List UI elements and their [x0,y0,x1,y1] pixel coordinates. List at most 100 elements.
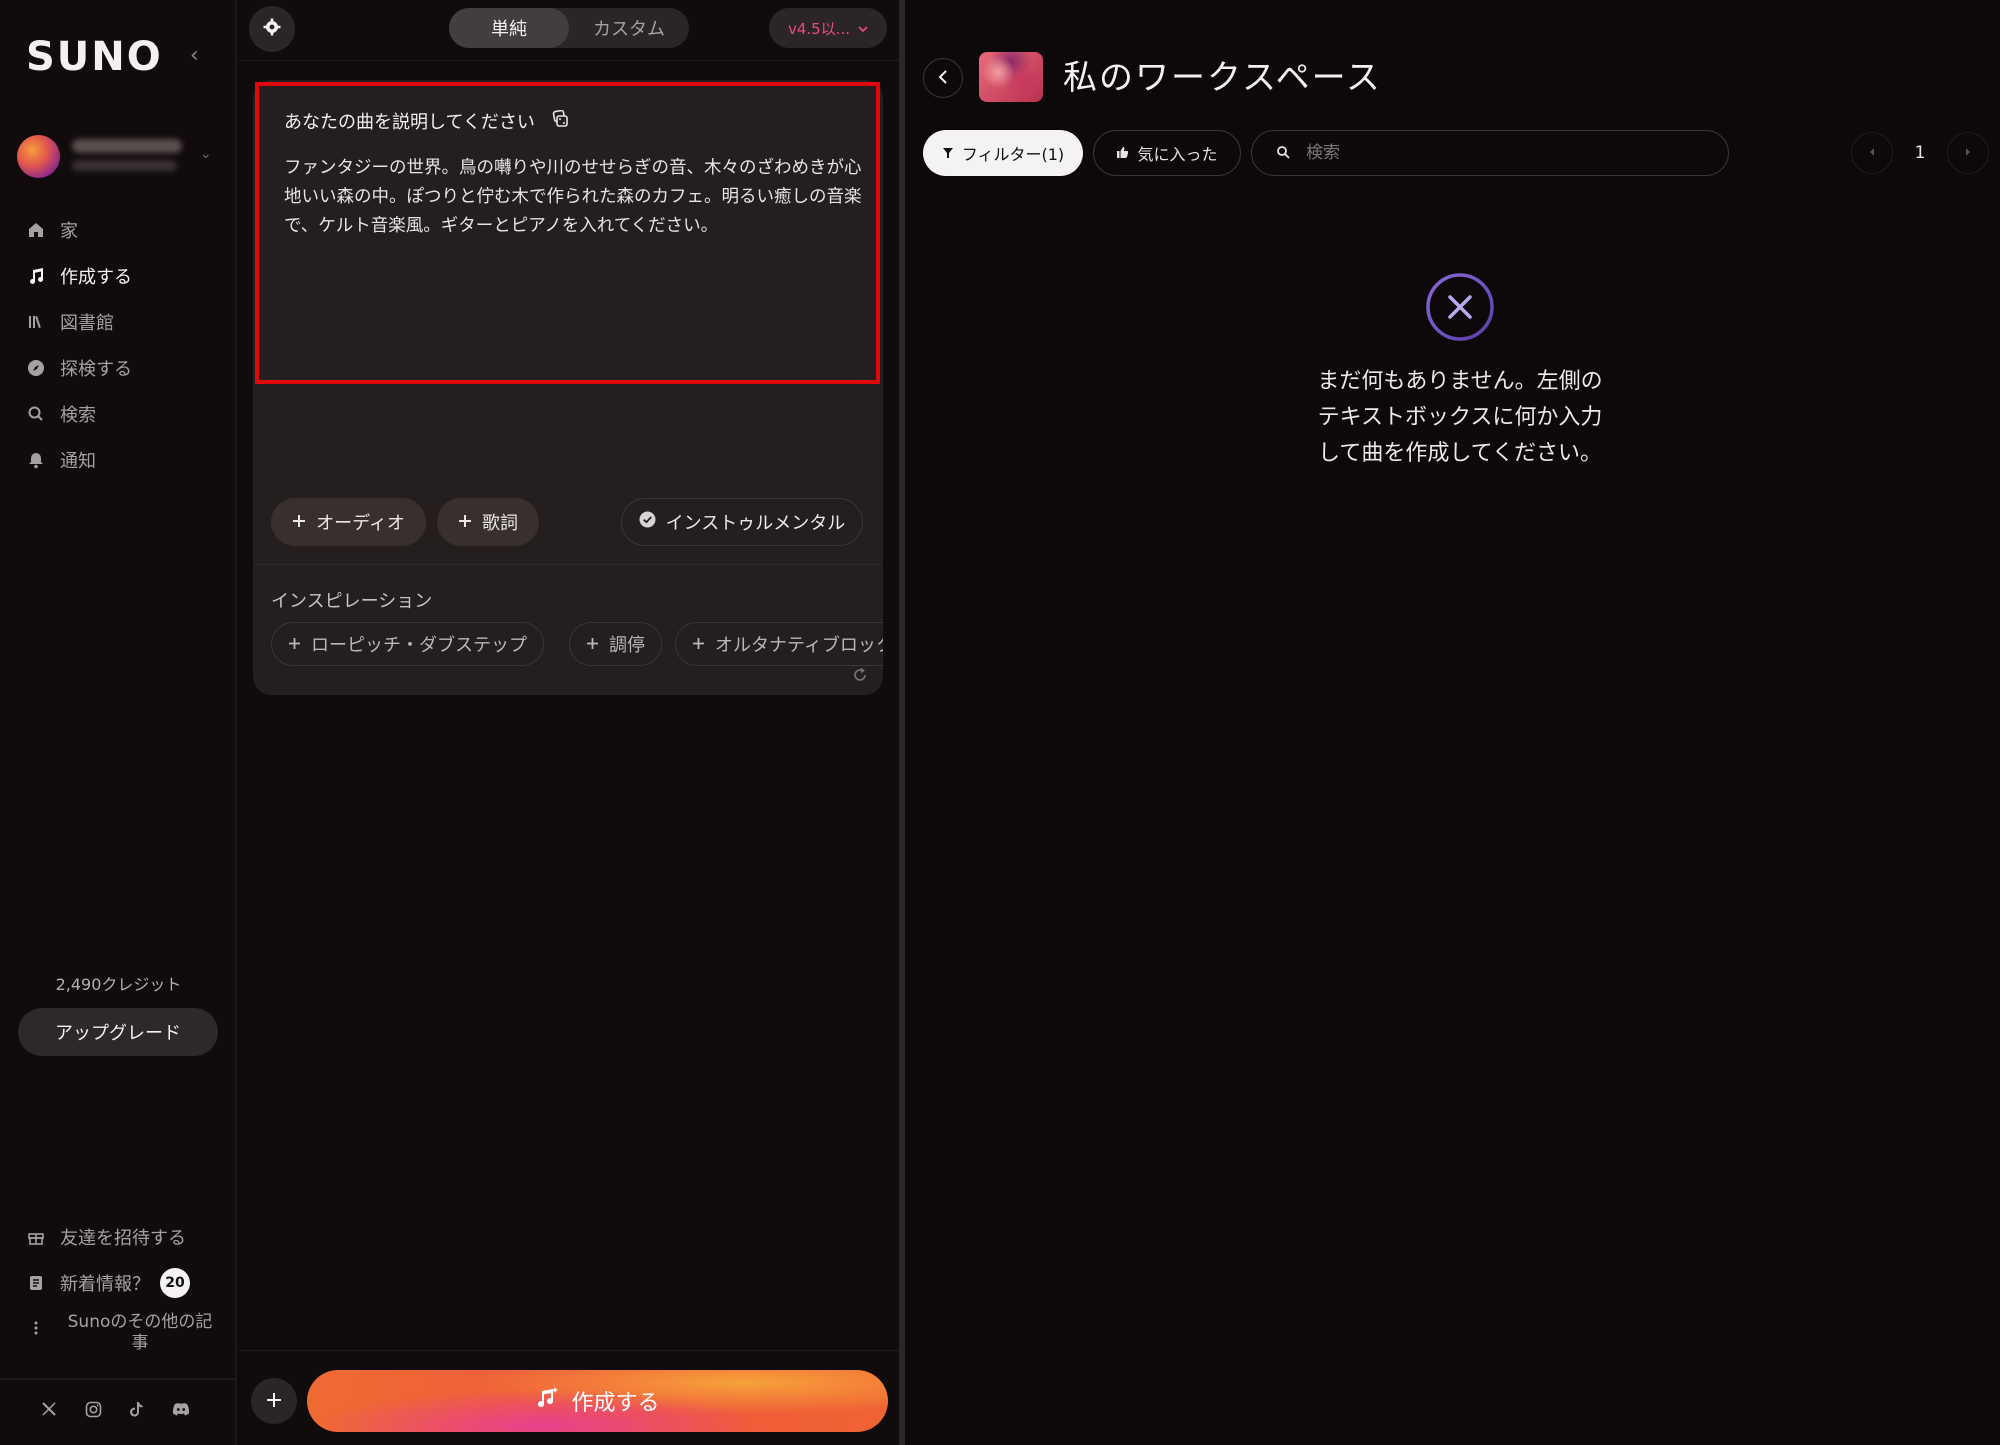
add-audio-label: オーディオ [316,513,405,534]
username-blurred[interactable] [72,139,182,153]
sidebar-item-label: 探検する [60,359,132,380]
page-title: 私のワークスペース [1063,58,1382,98]
sidebar-item-label: 図書館 [60,313,114,334]
inspiration-chip-label: ローピッチ・ダブステップ [311,635,527,656]
workspace-search[interactable] [1251,130,1729,176]
divider [239,60,899,61]
caret-left-icon [1868,146,1876,160]
sidebar: SUNO ‹ ⌄ 家 作成する 図書館 探検する 検索 通知 2,490クレジッ… [0,0,237,1445]
sidebar-item-label: 家 [60,221,78,242]
inspiration-chip[interactable]: ローピッチ・ダブステップ [271,622,544,666]
add-lyrics-button[interactable]: 歌詞 [437,498,539,546]
home-icon [26,220,46,240]
composer-card: あなたの曲を説明してください ファンタジーの世界。鳥の囀りや川のせせらぎの音、木… [253,80,883,695]
instagram-icon[interactable] [84,1400,102,1418]
back-button[interactable] [923,58,963,98]
chevron-down-icon [858,19,868,37]
tab-custom[interactable]: カスタム [569,8,689,48]
instrumental-toggle[interactable]: インストゥルメンタル [621,498,863,546]
liked-label: 気に入った [1137,145,1218,164]
inspiration-chip-label: 調停 [609,635,645,656]
suno-logo[interactable]: SUNO [26,34,163,80]
divider [0,1378,237,1380]
main-nav: 家 作成する 図書館 探検する 検索 通知 [26,207,226,483]
plus-icon [288,634,301,655]
instrumental-label: インストゥルメンタル [665,513,846,534]
inspiration-chips: ローピッチ・ダブステップ 調停 オルタナティブロック [271,622,883,666]
workspace-thumbnail [979,52,1043,102]
sidebar-item-create[interactable]: 作成する [26,253,226,299]
sidebar-item-explore[interactable]: 探検する [26,345,226,391]
sidebar-item-search[interactable]: 検索 [26,391,226,437]
dice-icon[interactable] [551,109,569,133]
music-sparkle-icon [535,1386,559,1416]
composer-options: オーディオ 歌詞 インストゥルメンタル [271,498,871,546]
chevron-down-icon[interactable]: ⌄ [200,146,212,162]
thumbs-up-icon [1116,144,1129,163]
empty-state-message: まだ何もありません。左側のテキストボックスに何か入力して曲を作成してください。 [1317,369,1603,466]
sidebar-footer-links: 友達を招待する 新着情報？ 20 Sunoのその他の記事 [26,1214,226,1354]
sidebar-item-notifications[interactable]: 通知 [26,437,226,483]
more-vertical-icon [26,1318,46,1338]
model-version-select[interactable]: v4.5以... [769,8,887,48]
discord-icon[interactable] [172,1400,190,1418]
composer-panel: 単純 カスタム v4.5以... あなたの曲を説明してください ファンタジーの世… [239,0,899,1445]
plus-icon [292,512,306,533]
compass-icon [26,358,46,378]
library-icon [26,312,46,332]
model-version-label: v4.5以... [787,19,851,38]
plus-icon [458,512,472,533]
collapse-sidebar-icon[interactable]: ‹ [190,45,206,67]
inspiration-heading: インスピレーション [271,591,433,612]
inspiration-chip[interactable]: 調停 [569,622,662,666]
create-button[interactable]: 作成する [307,1370,888,1432]
plus-icon [692,634,705,655]
avatar[interactable] [17,135,60,178]
whats-new-count-badge: 20 [160,1268,190,1298]
mode-toggle: 単純 カスタム [449,8,689,48]
invite-friends-link[interactable]: 友達を招待する [26,1214,226,1260]
add-button[interactable] [251,1378,297,1424]
credits-count: 2,490クレジット [55,975,182,994]
more-from-suno-link[interactable]: Sunoのその他の記事 [26,1312,226,1354]
empty-state-x-icon [1425,272,1495,342]
bell-icon [26,450,46,470]
user-handle-blurred [72,160,177,171]
previous-page-button[interactable] [1851,132,1893,174]
whats-new-link[interactable]: 新着情報？ 20 [26,1260,226,1306]
inspiration-chip-label: オルタナティブロック [715,635,883,656]
search-input[interactable] [1306,143,1686,163]
search-icon [26,404,46,424]
whats-new-label: 新着情報？ [60,1274,150,1295]
inspiration-chip[interactable]: オルタナティブロック [675,622,883,666]
check-circle-icon [639,511,656,533]
x-twitter-icon[interactable] [40,1400,58,1418]
filter-button[interactable]: フィルター(1) [923,130,1083,176]
sidebar-item-label: 通知 [60,451,96,472]
upgrade-button[interactable]: アップグレード [18,1008,218,1056]
music-note-icon [26,266,46,286]
song-description-box[interactable]: あなたの曲を説明してください ファンタジーの世界。鳥の囀りや川のせせらぎの音、木… [255,82,880,384]
next-page-button[interactable] [1947,132,1989,174]
tiktok-icon[interactable] [128,1400,146,1418]
settings-button[interactable] [249,6,295,52]
gear-icon [263,18,281,40]
song-description-input[interactable]: ファンタジーの世界。鳥の囀りや川のせせらぎの音、木々のざわめきが心地いい森の中。… [284,154,864,241]
add-audio-button[interactable]: オーディオ [271,498,426,546]
filter-label: フィルター(1) [961,145,1065,164]
plus-icon [265,1386,283,1416]
more-from-suno-label: Sunoのその他の記事 [67,1312,213,1353]
sidebar-item-label: 作成する [60,267,132,288]
gift-icon [26,1227,46,1247]
tab-simple[interactable]: 単純 [449,8,569,48]
sidebar-item-home[interactable]: 家 [26,207,226,253]
liked-filter-button[interactable]: 気に入った [1093,130,1241,176]
create-label: 作成する [571,1390,660,1415]
sidebar-item-library[interactable]: 図書館 [26,299,226,345]
song-description-heading: あなたの曲を説明してください [284,108,569,134]
page-number: 1 [1914,143,1926,163]
refresh-icon[interactable] [853,667,869,684]
filter-icon [942,144,954,163]
workspace-panel: 私のワークスペース フィルター(1) 気に入った 1 [905,0,2000,1445]
divider [239,1350,899,1351]
